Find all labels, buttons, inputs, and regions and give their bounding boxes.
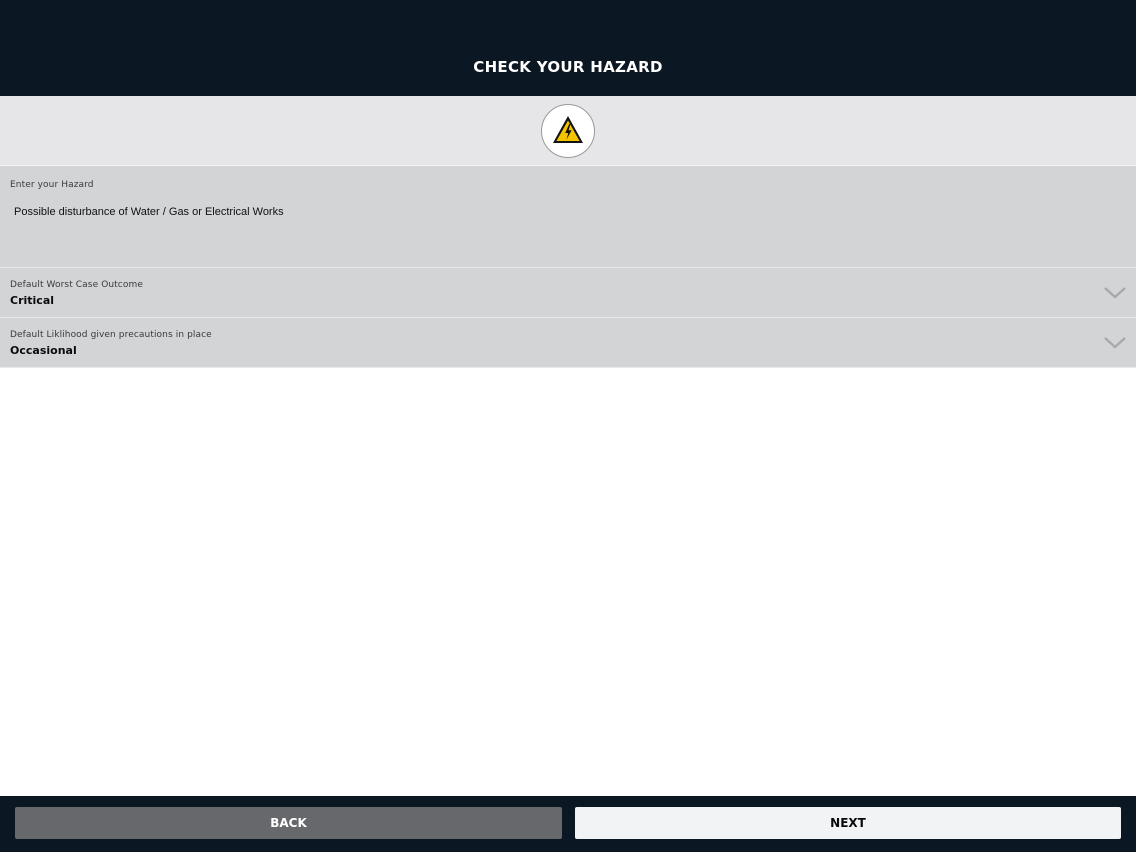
likelihood-label: Default Liklihood given precautions in p… — [10, 330, 212, 340]
back-button[interactable]: BACK — [15, 807, 562, 839]
worst-case-outcome-value: Critical — [10, 294, 55, 307]
likelihood-select[interactable]: Default Liklihood given precautions in p… — [0, 318, 1136, 368]
hazard-input-label: Enter your Hazard — [10, 180, 94, 190]
page-title: CHECK YOUR HAZARD — [473, 58, 663, 76]
worst-case-outcome-label: Default Worst Case Outcome — [10, 280, 143, 290]
footer-bar: BACK NEXT — [0, 796, 1136, 852]
likelihood-value: Occasional — [10, 344, 77, 357]
hazard-input-value[interactable]: Possible disturbance of Water / Gas or E… — [14, 206, 284, 218]
electrical-hazard-icon — [553, 116, 583, 143]
header-bar: CHECK YOUR HAZARD — [0, 0, 1136, 96]
next-button[interactable]: NEXT — [575, 807, 1121, 839]
hazard-icon-circle — [541, 104, 595, 158]
chevron-down-icon[interactable] — [1103, 336, 1127, 350]
hazard-input-field[interactable]: Enter your Hazard Possible disturbance o… — [0, 166, 1136, 268]
worst-case-outcome-select[interactable]: Default Worst Case Outcome Critical — [0, 268, 1136, 318]
chevron-down-icon[interactable] — [1103, 286, 1127, 300]
hazard-icon-band — [0, 96, 1136, 166]
